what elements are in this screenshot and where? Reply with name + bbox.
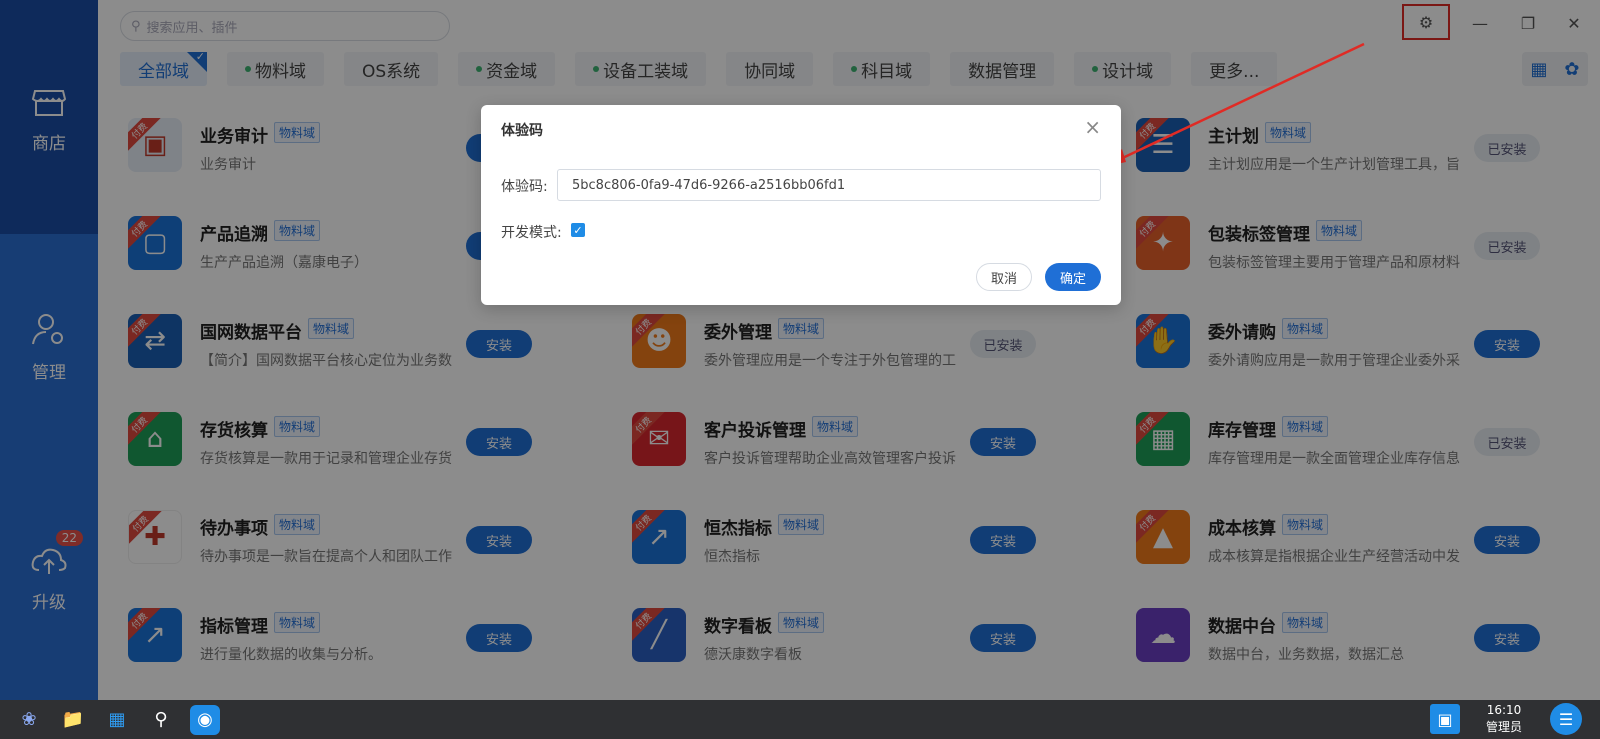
dialog-close-button[interactable]: ×: [1084, 115, 1101, 139]
cancel-button[interactable]: 取消: [976, 263, 1032, 291]
current-user: 管理员: [1485, 720, 1522, 734]
clock: 16:10 管理员: [1486, 702, 1522, 736]
experience-code-input[interactable]: 5bc8c806-0fa9-47d6-9266-a2516bb06fd1: [557, 169, 1101, 201]
folder-icon[interactable]: 📁: [58, 705, 88, 735]
dev-mode-checkbox[interactable]: ✓: [571, 223, 585, 237]
experience-code-dialog: 体验码 × 体验码: 5bc8c806-0fa9-47d6-9266-a2516…: [481, 105, 1121, 305]
dev-mode-label: 开发模式:: [501, 225, 562, 241]
annotation-arrow: [1104, 42, 1365, 167]
launcher-icon[interactable]: ❀: [14, 705, 44, 735]
dialog-title: 体验码: [501, 123, 543, 139]
code-label: 体验码:: [501, 179, 548, 195]
confirm-button[interactable]: 确定: [1045, 263, 1101, 291]
notification-icon[interactable]: ☰: [1550, 703, 1582, 735]
app-store-icon[interactable]: ◉: [190, 704, 220, 735]
remote-desktop-icon[interactable]: ▣: [1430, 704, 1460, 734]
close-icon: ×: [1084, 115, 1101, 139]
search-icon[interactable]: ⚲: [146, 705, 176, 735]
taskbar: ❀ 📁 ▦ ⚲ ◉ ▣ 16:10 管理员 ☰: [0, 700, 1600, 739]
windows-icon[interactable]: ▦: [102, 705, 132, 735]
clock-time: 16:10: [1486, 703, 1522, 717]
